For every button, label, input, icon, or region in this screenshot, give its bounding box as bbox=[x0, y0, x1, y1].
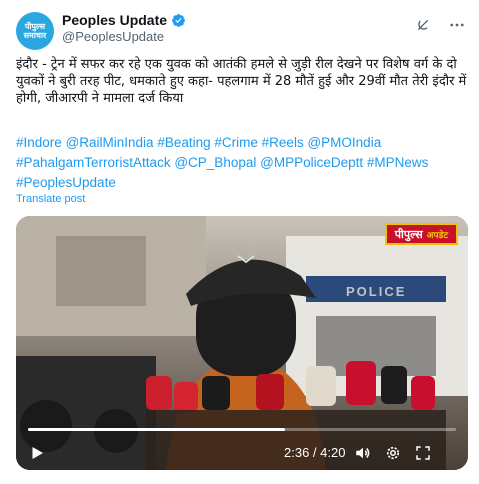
hashtag-link[interactable]: #MPNews bbox=[367, 155, 429, 170]
vehicle-text: POLICE bbox=[346, 284, 407, 299]
avatar[interactable]: पीपुल्स समाचार bbox=[16, 12, 54, 50]
play-icon[interactable] bbox=[28, 444, 46, 462]
avatar-text-line2: समाचार bbox=[23, 31, 47, 40]
post-header: पीपुल्स समाचार Peoples Update @PeoplesUp… bbox=[16, 10, 466, 50]
mention-link[interactable]: @RailMinIndia bbox=[66, 135, 154, 150]
mention-link[interactable]: @CP_Bhopal bbox=[174, 155, 256, 170]
display-name[interactable]: Peoples Update bbox=[62, 12, 167, 28]
mention-link[interactable]: @PMOIndia bbox=[307, 135, 381, 150]
settings-icon[interactable] bbox=[384, 444, 402, 462]
user-handle[interactable]: @PeoplesUpdate bbox=[62, 29, 186, 44]
avatar-text-line1: पीपुल्स bbox=[24, 22, 46, 31]
channel-logo-subtext: अपडेट bbox=[426, 230, 448, 241]
video-player[interactable]: पीपुल्स अपडेट POLICE 2:36 / 4:20 bbox=[16, 216, 468, 470]
fullscreen-icon[interactable] bbox=[414, 444, 432, 462]
verified-badge-icon bbox=[172, 13, 185, 27]
hashtag-link[interactable]: #PeoplesUpdate bbox=[16, 175, 116, 190]
video-controls: 2:36 / 4:20 bbox=[16, 436, 468, 470]
hashtag-list: #Indore @RailMinIndia #Beating #Crime #R… bbox=[16, 133, 468, 193]
more-icon[interactable] bbox=[448, 16, 466, 34]
post-text: इंदौर - ट्रेन में सफर कर रहे एक युवक को … bbox=[16, 57, 467, 106]
translate-post-link[interactable]: Translate post bbox=[16, 193, 85, 205]
video-frame bbox=[16, 216, 468, 470]
video-progress-fill bbox=[28, 428, 285, 431]
grok-icon[interactable] bbox=[414, 16, 432, 34]
hashtag-link[interactable]: #Indore bbox=[16, 135, 62, 150]
channel-logo-text: पीपुल्स bbox=[394, 227, 423, 241]
author-info: Peoples Update @PeoplesUpdate bbox=[62, 12, 186, 44]
video-time: 2:36 / 4:20 bbox=[284, 445, 346, 460]
hashtag-link[interactable]: #PahalgamTerroristAttack bbox=[16, 155, 171, 170]
hashtag-link[interactable]: #Crime bbox=[214, 135, 258, 150]
hashtag-link[interactable]: #Reels bbox=[262, 135, 304, 150]
channel-logo: पीपुल्स अपडेट bbox=[384, 223, 458, 245]
volume-icon[interactable] bbox=[354, 444, 372, 462]
video-progress-bar[interactable] bbox=[28, 428, 456, 431]
mention-link[interactable]: @MPPoliceDeptt bbox=[260, 155, 363, 170]
hashtag-link[interactable]: #Beating bbox=[157, 135, 210, 150]
